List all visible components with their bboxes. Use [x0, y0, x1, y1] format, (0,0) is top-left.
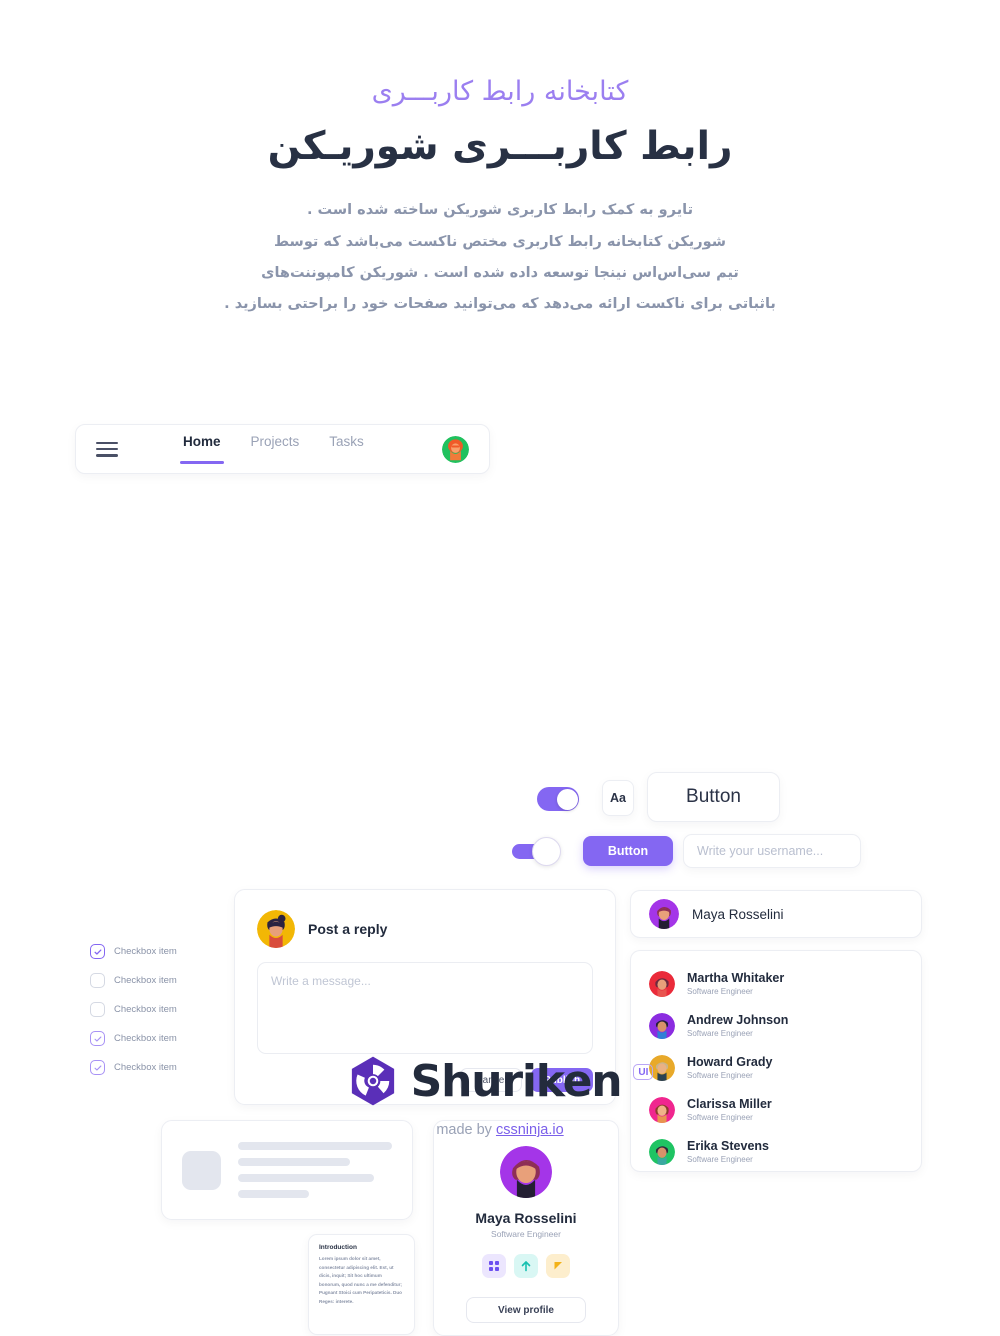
toggle-switch-large[interactable] — [537, 787, 579, 812]
user-role: Software Engineer — [687, 1154, 753, 1164]
user-name: Martha Whitaker — [687, 971, 785, 986]
nav-user-avatar[interactable] — [442, 435, 469, 463]
made-by-prefix: made by — [436, 1122, 496, 1138]
page-title: رابط کاربـــری شوریـکن — [267, 124, 733, 170]
hero-paragraph-line: تیم سی‌اس‌اس نینجا توسعه داده شده است . … — [261, 264, 739, 281]
avatar — [649, 1013, 675, 1040]
toggle-knob — [532, 837, 561, 867]
reply-card-header: Post a reply — [235, 890, 615, 949]
navbar-links: Home Projects Tasks — [180, 434, 364, 465]
user-role: Software Engineer — [687, 986, 753, 996]
checkbox-row[interactable]: Checkbox item — [90, 1024, 220, 1053]
introduction-title: Introduction — [319, 1244, 357, 1252]
checkbox-row[interactable]: Checkbox item — [90, 966, 220, 995]
hero-eyebrow: کتابخانه رابط کاربـــری — [371, 76, 629, 107]
checkbox-label: Checkbox item — [114, 975, 177, 987]
user-single-card[interactable]: Maya Rosselini — [630, 890, 922, 939]
flag-icon[interactable] — [546, 1254, 570, 1279]
checkbox-checked-icon[interactable] — [90, 944, 105, 960]
nav-link-home[interactable]: Home — [180, 434, 223, 465]
reply-card-title: Post a reply — [308, 921, 388, 938]
introduction-card: Introduction Lorem ipsum dolor sit amet,… — [308, 1234, 415, 1336]
checkbox-label: Checkbox item — [114, 1004, 177, 1016]
component-showcase: Home Projects Tasks Aa Button Button Wri… — [0, 362, 1000, 1336]
skeleton-line — [238, 1190, 309, 1199]
avatar — [649, 971, 675, 998]
skeleton-line — [238, 1158, 351, 1167]
skeleton-thumbnail — [182, 1150, 221, 1190]
hero-paragraph: تایرو به کمک رابط کاربری شوریکن ساخته شد… — [180, 195, 820, 320]
list-item-text: Erika Stevens Software Engineer — [687, 1139, 769, 1165]
checkbox-checked-icon[interactable] — [90, 1031, 105, 1047]
hero-paragraph-line: باثباتی برای ناکست ارائه می‌دهد که می‌تو… — [224, 295, 776, 312]
brand-logo: Shuriken UI — [0, 1055, 1000, 1107]
list-item[interactable]: Martha Whitaker Software Engineer — [631, 963, 921, 1005]
toggle-switch-thin[interactable] — [512, 837, 561, 867]
view-profile-button[interactable]: View profile — [466, 1297, 586, 1324]
shuriken-hexagon-logo-icon — [347, 1055, 399, 1107]
cssninja-link[interactable]: cssninja.io — [496, 1122, 564, 1138]
button-solid-purple[interactable]: Button — [583, 836, 673, 867]
brand-name: Shuriken — [410, 1055, 623, 1107]
toggle-knob — [556, 788, 578, 810]
user-name: Erika Stevens — [687, 1139, 769, 1154]
grid-icon[interactable] — [482, 1254, 506, 1279]
hero-section: کتابخانه رابط کاربـــری رابط کاربـــری ش… — [0, 0, 1000, 320]
avatar — [649, 1139, 675, 1166]
list-item-text: Martha Whitaker Software Engineer — [687, 971, 784, 997]
profile-name: Maya Rosselini — [475, 1210, 577, 1227]
list-item-text: Andrew Johnson Software Engineer — [687, 1013, 788, 1039]
user-single-name: Maya Rosselini — [692, 906, 784, 922]
user-name: Andrew Johnson — [687, 1013, 789, 1028]
nav-link-projects[interactable]: Projects — [251, 434, 300, 465]
skeleton-line — [238, 1142, 392, 1151]
arrow-up-icon[interactable] — [514, 1254, 538, 1279]
nav-link-tasks[interactable]: Tasks — [329, 434, 364, 465]
checkbox-label: Checkbox item — [114, 1033, 177, 1045]
font-size-chip[interactable]: Aa — [602, 780, 634, 817]
checkbox-label: Checkbox item — [114, 946, 177, 958]
checkbox-unchecked-icon[interactable] — [90, 1002, 105, 1018]
username-input[interactable]: Write your username... — [683, 834, 861, 869]
checkbox-unchecked-icon[interactable] — [90, 973, 105, 989]
profile-action-chips — [482, 1254, 570, 1279]
profile-card: Maya Rosselini Software Engineer View pr… — [433, 1120, 619, 1336]
checkbox-row[interactable]: Checkbox item — [90, 995, 220, 1024]
avatar — [649, 899, 679, 930]
demo-navbar: Home Projects Tasks — [75, 424, 490, 475]
skeleton-line — [238, 1174, 374, 1183]
reply-message-textarea[interactable]: Write a message... — [257, 962, 593, 1055]
checkbox-row[interactable]: Checkbox item — [90, 937, 220, 966]
hamburger-menu-icon[interactable] — [96, 441, 118, 457]
button-outline-large[interactable]: Button — [647, 772, 780, 823]
hero-paragraph-line: تایرو به کمک رابط کاربری شوریکن ساخته شد… — [306, 202, 694, 219]
introduction-body: Lorem ipsum dolor sit amet, consectetur … — [319, 1256, 402, 1304]
ui-badge: UI — [633, 1064, 654, 1080]
user-role: Software Engineer — [687, 1028, 753, 1038]
footer: Shuriken UI made by cssninja.io — [0, 1055, 1000, 1138]
skeleton-lines — [238, 1142, 392, 1199]
made-by-credit: made by cssninja.io — [0, 1122, 1000, 1138]
hero-paragraph-line: شوریکن کتابخانه رابط کاربری مختص ناکست م… — [274, 233, 726, 250]
avatar — [500, 1146, 552, 1199]
list-item[interactable]: Andrew Johnson Software Engineer — [631, 1005, 921, 1047]
reply-author-avatar — [257, 910, 295, 949]
profile-role: Software Engineer — [491, 1229, 561, 1240]
